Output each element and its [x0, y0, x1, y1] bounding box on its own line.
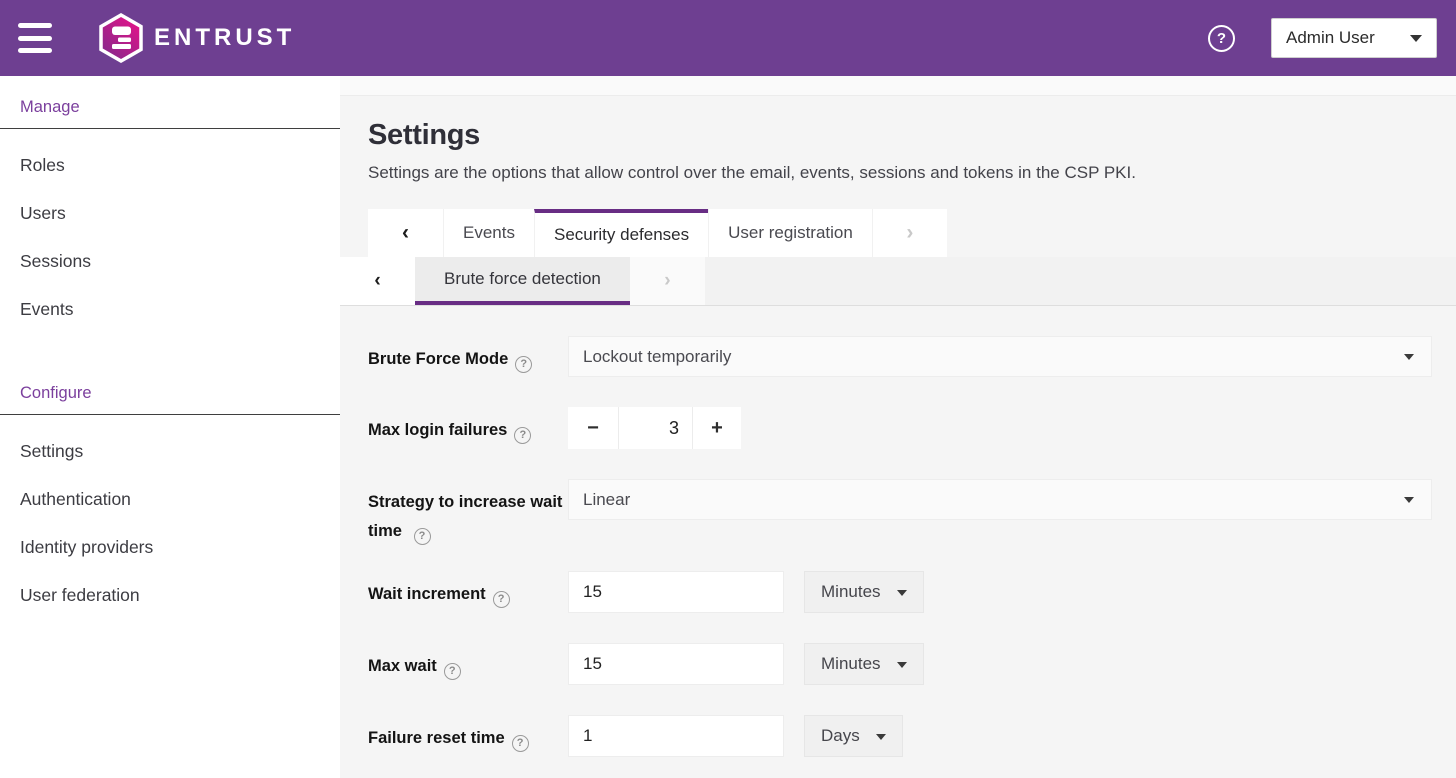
brute-force-settings-form: Brute Force Mode? Lockout temporarily Ma…	[340, 306, 1456, 757]
subtabs-bar: ‹ Brute force detection ›	[340, 257, 1456, 306]
page-title: Settings	[368, 119, 480, 151]
tabs-scroll-left-button[interactable]: ‹	[368, 209, 443, 257]
failure-reset-time-label: Failure reset time	[368, 729, 505, 747]
sidebar-group-manage: Manage Roles Users Sessions Events	[0, 76, 340, 333]
sidebar-item-roles[interactable]: Roles	[0, 141, 340, 189]
wait-strategy-label: Strategy to increase wait time	[368, 493, 563, 540]
wait-increment-unit-value: Minutes	[821, 582, 881, 601]
question-circle-icon[interactable]: ?	[511, 735, 529, 752]
subtabs-scroll-right-button[interactable]: ›	[629, 257, 705, 305]
main-content: Settings Settings are the options that a…	[340, 76, 1456, 778]
failure-reset-time-unit-select[interactable]: Days	[804, 715, 903, 757]
hamburger-menu-icon[interactable]	[18, 23, 54, 53]
wait-strategy-select[interactable]: Linear	[568, 479, 1432, 520]
sidebar-group-title-manage: Manage	[20, 98, 80, 116]
chevron-left-icon: ‹	[402, 221, 409, 244]
question-circle-icon[interactable]: ?	[413, 528, 431, 545]
tab-events[interactable]: Events	[443, 209, 534, 257]
tab-user-registration[interactable]: User registration	[708, 209, 872, 257]
wait-increment-unit-select[interactable]: Minutes	[804, 571, 924, 613]
subtabs-scroll-left-button[interactable]: ‹	[340, 257, 415, 305]
form-row-wait-increment: Wait increment? Minutes	[368, 571, 1456, 613]
entrust-hexagon-icon	[99, 13, 143, 63]
brute-force-mode-value: Lockout temporarily	[583, 346, 732, 366]
subtab-brute-force-detection[interactable]: Brute force detection	[415, 257, 630, 305]
max-wait-unit-select[interactable]: Minutes	[804, 643, 924, 685]
caret-down-icon	[896, 590, 907, 596]
max-wait-unit-value: Minutes	[821, 654, 881, 673]
tab-security-defenses[interactable]: Security defenses	[533, 209, 709, 257]
sidebar-item-users[interactable]: Users	[0, 189, 340, 237]
field-label: Max wait?	[368, 643, 568, 681]
form-row-max-wait: Max wait? Minutes	[368, 643, 1456, 685]
sidebar: Manage Roles Users Sessions Events Confi…	[0, 76, 340, 778]
wait-increment-input[interactable]	[568, 571, 784, 613]
top-bar: ENTRUST ? Admin User	[0, 0, 1456, 76]
field-label: Max login failures?	[368, 407, 568, 445]
form-row-max-login-failures: Max login failures? − 3 +	[368, 407, 1456, 449]
caret-down-icon	[1410, 34, 1422, 42]
max-login-failures-value[interactable]: 3	[618, 407, 693, 449]
max-wait-label: Max wait	[368, 657, 437, 675]
plus-icon[interactable]: +	[693, 407, 741, 449]
question-circle-icon[interactable]: ?	[514, 427, 532, 444]
caret-down-icon	[1404, 497, 1414, 503]
caret-down-icon	[1404, 354, 1414, 360]
minus-icon[interactable]: −	[568, 407, 618, 449]
user-menu-label: Admin User	[1286, 28, 1375, 47]
brute-force-mode-label: Brute Force Mode	[368, 350, 509, 368]
form-row-brute-force-mode: Brute Force Mode? Lockout temporarily	[368, 336, 1456, 377]
chevron-right-icon: ›	[906, 221, 914, 244]
app-window: ENTRUST ? Admin User Manage Roles Users …	[0, 0, 1456, 778]
caret-down-icon	[896, 662, 907, 668]
question-circle-icon[interactable]: ?	[492, 591, 510, 608]
tabs-bar: ‹ Events Security defenses User registra…	[368, 209, 1456, 257]
caret-down-icon	[875, 734, 886, 740]
entrust-logo: ENTRUST	[98, 13, 295, 63]
wait-increment-label: Wait increment	[368, 585, 486, 603]
question-circle-icon[interactable]: ?	[443, 663, 461, 680]
sidebar-item-user-federation[interactable]: User federation	[0, 571, 340, 619]
chevron-right-icon: ›	[664, 270, 671, 291]
sidebar-item-identity-providers[interactable]: Identity providers	[0, 523, 340, 571]
max-login-failures-stepper: − 3 +	[568, 407, 741, 449]
failure-reset-time-unit-value: Days	[821, 726, 860, 745]
max-wait-input[interactable]	[568, 643, 784, 685]
help-icon[interactable]: ?	[1208, 24, 1235, 52]
sidebar-item-events[interactable]: Events	[0, 285, 340, 333]
page-description: Settings are the options that allow cont…	[368, 163, 1136, 182]
tabs-scroll-right-button[interactable]: ›	[871, 209, 947, 257]
field-label: Failure reset time?	[368, 715, 568, 753]
max-login-failures-label: Max login failures	[368, 421, 508, 439]
failure-reset-time-input[interactable]	[568, 715, 784, 757]
field-label: Strategy to increase wait time ?	[368, 479, 568, 546]
brute-force-mode-select[interactable]: Lockout temporarily	[568, 336, 1432, 377]
field-label: Wait increment?	[368, 571, 568, 609]
field-label: Brute Force Mode?	[368, 336, 568, 374]
page-head: Settings Settings are the options that a…	[340, 96, 1456, 185]
chevron-left-icon: ‹	[374, 270, 381, 291]
sidebar-group-title-configure: Configure	[20, 384, 92, 402]
sidebar-group-configure: Configure Settings Authentication Identi…	[0, 333, 340, 619]
sidebar-item-sessions[interactable]: Sessions	[0, 237, 340, 285]
form-row-wait-strategy: Strategy to increase wait time ? Linear	[368, 479, 1456, 546]
sidebar-item-settings[interactable]: Settings	[0, 427, 340, 475]
user-menu-dropdown[interactable]: Admin User	[1271, 18, 1437, 58]
content-top-strip	[340, 76, 1456, 96]
form-row-failure-reset-time: Failure reset time? Days	[368, 715, 1456, 757]
question-circle-icon[interactable]: ?	[515, 356, 533, 373]
sidebar-item-authentication[interactable]: Authentication	[0, 475, 340, 523]
brand-wordmark: ENTRUST	[154, 24, 296, 51]
wait-strategy-value: Linear	[583, 489, 631, 509]
